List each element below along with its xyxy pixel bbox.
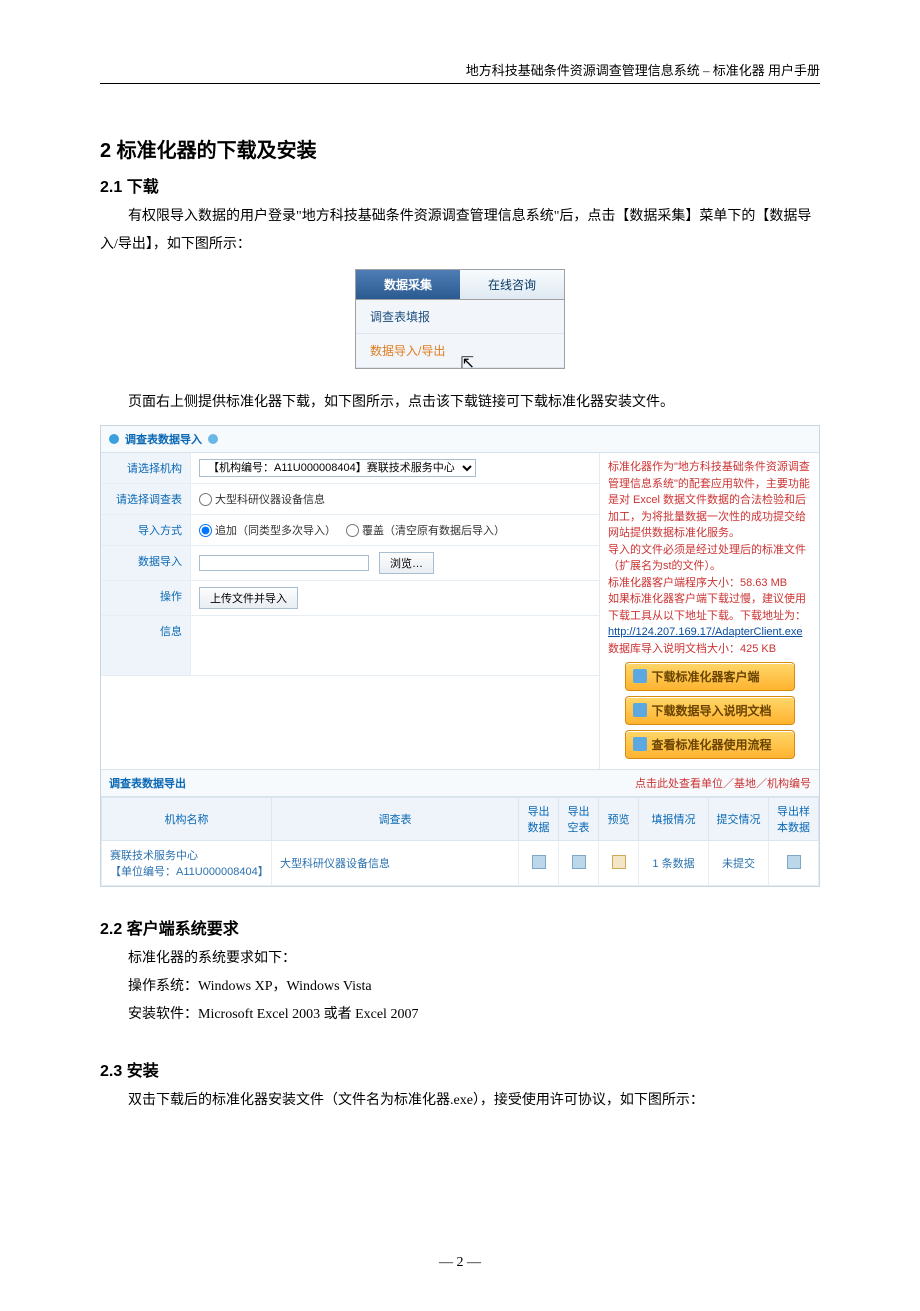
export-sample-icon[interactable] — [787, 855, 801, 869]
th-org: 机构名称 — [102, 798, 272, 841]
para-2-2-a: 标准化器的系统要求如下： — [100, 945, 820, 973]
section-2-1-title: 2.1 下载 — [100, 173, 820, 197]
label-select-table: 请选择调查表 — [101, 484, 191, 514]
view-process-button[interactable]: 查看标准化器使用流程 — [625, 730, 795, 759]
download-doc-button[interactable]: 下载数据导入说明文档 — [625, 696, 795, 725]
cursor-icon: ⇱ — [461, 353, 474, 373]
th-preview: 预览 — [599, 798, 639, 841]
th-fill-status: 填报情况 — [639, 798, 709, 841]
th-export-blank: 导出空表 — [559, 798, 599, 841]
export-panel-title: 调查表数据导出 点击此处查看单位／基地／机构编号 — [101, 769, 819, 797]
label-import-mode: 导入方式 — [101, 515, 191, 545]
select-org[interactable]: 【机构编号：A11U000008404】赛联技术服务中心 — [199, 459, 476, 477]
side-desc-3: 如果标准化器客户端下载过慢，建议使用下载工具从以下地址下载。下载地址为： — [608, 591, 811, 624]
radio-append-label: 追加（同类型多次导入） — [215, 522, 336, 538]
th-submit-status: 提交情况 — [709, 798, 769, 841]
menu-tab-online-consult[interactable]: 在线咨询 — [460, 270, 564, 300]
section-2-3-title: 2.3 安装 — [100, 1057, 820, 1081]
export-blank-icon[interactable] — [572, 855, 586, 869]
th-export-sample: 导出样本数据 — [769, 798, 819, 841]
browse-button[interactable]: 浏览… — [379, 552, 434, 574]
menu-figure: 数据采集 在线咨询 调查表填报 数据导入/导出 ⇱ — [355, 269, 565, 369]
info-area — [191, 616, 599, 675]
th-table: 调查表 — [272, 798, 519, 841]
refresh-icon[interactable] — [208, 434, 218, 444]
td-submit: 未提交 — [709, 841, 769, 886]
app-figure: 调查表数据导入 请选择机构 【机构编号：A11U000008404】赛联技术服务… — [100, 425, 820, 887]
table-row: 赛联技术服务中心 【单位编号：A11U000008404】 大型科研仪器设备信息… — [102, 841, 819, 886]
radio-table-label: 大型科研仪器设备信息 — [215, 491, 325, 507]
radio-table-option[interactable]: 大型科研仪器设备信息 — [199, 491, 325, 507]
page-number: — 2 — — [100, 1255, 820, 1271]
side-help-panel: 标准化器作为"地方科技基础条件资源调查管理信息系统"的配套应用软件，主要功能是对… — [599, 453, 819, 769]
menu-item-survey-fill[interactable]: 调查表填报 — [356, 300, 564, 334]
export-table: 机构名称 调查表 导出数据 导出空表 预览 填报情况 提交情况 导出样本数据 赛… — [101, 797, 819, 886]
view-org-code-link[interactable]: 点击此处查看单位／基地／机构编号 — [635, 775, 811, 791]
section-2-2-title: 2.2 客户端系统要求 — [100, 915, 820, 939]
side-desc-1: 标准化器作为"地方科技基础条件资源调查管理信息系统"的配套应用软件，主要功能是对… — [608, 459, 811, 542]
radio-overwrite-label: 覆盖（清空原有数据后导入） — [362, 522, 505, 538]
preview-icon[interactable] — [612, 855, 626, 869]
section-2-title: 2 标准化器的下载及安装 — [100, 134, 820, 163]
para-2-2-c: 安装软件：Microsoft Excel 2003 或者 Excel 2007 — [100, 1001, 820, 1029]
page-header: 地方科技基础条件资源调查管理信息系统 – 标准化器 用户手册 — [100, 60, 820, 84]
export-data-icon[interactable] — [532, 855, 546, 869]
dot-icon — [109, 434, 119, 444]
td-table: 大型科研仪器设备信息 — [272, 841, 519, 886]
import-panel-title-text: 调查表数据导入 — [125, 431, 202, 447]
side-desc-2: 导入的文件必须是经过处理后的标准文件（扩展名为st的文件）。 — [608, 542, 811, 575]
radio-mode-append[interactable]: 追加（同类型多次导入） — [199, 522, 336, 538]
menu-item-data-import-export[interactable]: 数据导入/导出 ⇱ — [356, 334, 564, 368]
menu-tab-data-collect[interactable]: 数据采集 — [356, 270, 460, 300]
menu-item-label: 数据导入/导出 — [370, 344, 445, 358]
download-url-link[interactable]: http://124.207.169.17/AdapterClient.exe — [608, 626, 802, 638]
side-size-doc: 数据库导入说明文档大小：425 KB — [608, 641, 811, 658]
download-client-button[interactable]: 下载标准化器客户端 — [625, 662, 795, 691]
td-fill: 1 条数据 — [639, 841, 709, 886]
label-info: 信息 — [101, 616, 191, 675]
label-operation: 操作 — [101, 581, 191, 615]
para-2-1-a: 有权限导入数据的用户登录"地方科技基础条件资源调查管理信息系统"后，点击【数据采… — [100, 203, 820, 259]
side-size-client: 标准化器客户端程序大小：58.63 MB — [608, 575, 811, 592]
label-select-org: 请选择机构 — [101, 453, 191, 483]
radio-mode-overwrite[interactable]: 覆盖（清空原有数据后导入） — [346, 522, 505, 538]
import-form: 请选择机构 【机构编号：A11U000008404】赛联技术服务中心 请选择调查… — [101, 453, 599, 769]
td-org: 赛联技术服务中心 【单位编号：A11U000008404】 — [102, 841, 272, 886]
th-export-data: 导出数据 — [519, 798, 559, 841]
para-2-2-b: 操作系统：Windows XP，Windows Vista — [100, 973, 820, 1001]
upload-import-button[interactable]: 上传文件并导入 — [199, 587, 298, 609]
label-data-import: 数据导入 — [101, 546, 191, 580]
file-path-input[interactable] — [199, 555, 369, 571]
para-2-1-b: 页面右上侧提供标准化器下载，如下图所示，点击该下载链接可下载标准化器安装文件。 — [100, 389, 820, 417]
export-panel-title-text: 调查表数据导出 — [109, 778, 186, 790]
para-2-3-a: 双击下载后的标准化器安装文件（文件名为标准化器.exe），接受使用许可协议，如下… — [100, 1087, 820, 1115]
import-panel-title: 调查表数据导入 — [101, 426, 819, 453]
